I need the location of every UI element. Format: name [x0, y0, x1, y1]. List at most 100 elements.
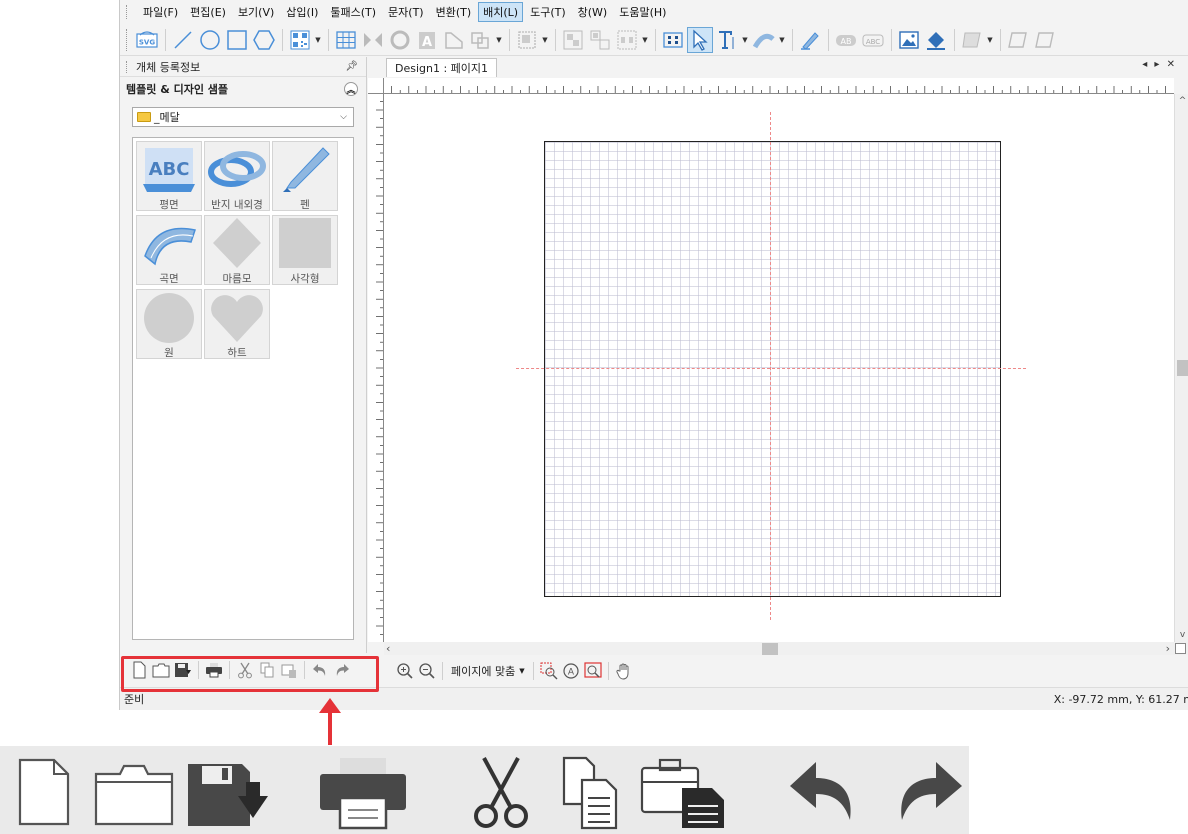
- pin-icon[interactable]: 📌︎: [345, 61, 358, 72]
- horizontal-scrollbar[interactable]: ‹ ›: [384, 642, 1174, 656]
- qrcode-tool-button[interactable]: [287, 27, 313, 53]
- sample-diamond[interactable]: 마름모: [204, 215, 270, 285]
- layer-dropdown[interactable]: ▼: [986, 27, 994, 53]
- menu-text[interactable]: 문자(T): [383, 2, 429, 22]
- section-title: 템플릿 & 디자인 샘플: [126, 83, 229, 96]
- svg-import-button[interactable]: SVG: [134, 27, 160, 53]
- skew-icon: [445, 31, 463, 49]
- zoom-out-button[interactable]: [416, 660, 438, 682]
- zoom-selection-button[interactable]: [538, 660, 560, 682]
- shape-combine-dropdown[interactable]: ▼: [495, 27, 503, 53]
- menu-view[interactable]: 보기(V): [233, 2, 279, 22]
- polygon-tool-button[interactable]: [251, 27, 277, 53]
- sample-square[interactable]: 사각형: [272, 215, 338, 285]
- sample-circle[interactable]: 원: [136, 289, 202, 359]
- tab-controls[interactable]: ◂ ▸ ✕: [1142, 59, 1177, 70]
- menu-edit[interactable]: 편집(E): [185, 2, 231, 22]
- zoom-fit-dropdown[interactable]: 페이지에 맞춤 ▼: [447, 663, 529, 679]
- mirror-button[interactable]: [360, 27, 386, 53]
- distribute-button[interactable]: [614, 27, 640, 53]
- sample-flat[interactable]: ABC 평면: [136, 141, 202, 211]
- hand-icon: [616, 663, 629, 680]
- text-tool-icon: [719, 30, 734, 49]
- text-on-path-dropdown[interactable]: ▼: [778, 27, 786, 53]
- design-page[interactable]: [544, 141, 1001, 597]
- image-icon: [899, 30, 919, 49]
- text-frame-abc-button[interactable]: ABC: [860, 27, 886, 53]
- menu-toolpath[interactable]: 툴패스(T): [325, 2, 381, 22]
- align-button[interactable]: [514, 27, 540, 53]
- text-tool-dropdown[interactable]: ▼: [741, 27, 749, 53]
- sample-ring[interactable]: 반지 내외경: [204, 141, 270, 211]
- scroll-down-icon[interactable]: v: [1175, 630, 1188, 640]
- outline-text-button[interactable]: AB: [833, 27, 859, 53]
- ellipse-icon: [200, 29, 220, 50]
- pen-draw-button[interactable]: [797, 27, 823, 53]
- text-on-path-button[interactable]: [751, 27, 777, 53]
- design-canvas[interactable]: [384, 94, 1174, 642]
- menu-window[interactable]: 창(W): [573, 2, 613, 22]
- group-button[interactable]: [560, 27, 586, 53]
- align-dropdown[interactable]: ▼: [541, 27, 549, 53]
- menu-tools[interactable]: 도구(T): [525, 2, 571, 22]
- undo-icon: [790, 762, 851, 820]
- zoomed-toolbar-strip: [0, 746, 969, 834]
- tab-design1[interactable]: Design1 : 페이지1: [386, 58, 498, 77]
- menu-help[interactable]: 도움말(H): [614, 2, 671, 22]
- distribute-dropdown[interactable]: ▼: [641, 27, 649, 53]
- pan-button[interactable]: [613, 660, 635, 682]
- ellipse-tool-button[interactable]: [197, 27, 223, 53]
- zoom-page-button[interactable]: [582, 660, 604, 682]
- menu-bar: 파일(F) 편집(E) 보기(V) 삽입(I) 툴패스(T) 문자(T) 변환(…: [120, 0, 1188, 24]
- sample-label: 사각형: [290, 273, 320, 285]
- zoom-all-button[interactable]: A: [560, 660, 582, 682]
- sample-curved[interactable]: 곡면: [136, 215, 202, 285]
- toolbar-separator: [1000, 28, 1001, 51]
- skew-button[interactable]: [441, 27, 467, 53]
- zoom-in-button[interactable]: [394, 660, 416, 682]
- menu-file[interactable]: 파일(F): [138, 2, 183, 22]
- sample-pen[interactable]: 펜: [272, 141, 338, 211]
- menu-arrange[interactable]: 배치(L): [478, 2, 524, 22]
- toolbar-separator: [532, 662, 534, 680]
- text-tool-button[interactable]: [714, 27, 740, 53]
- rotate-button[interactable]: [387, 27, 413, 53]
- insert-image-button[interactable]: [896, 27, 922, 53]
- copy-icon: [562, 756, 618, 830]
- menu-grip[interactable]: [126, 5, 130, 19]
- panel-grip[interactable]: [126, 60, 130, 73]
- category-select[interactable]: _메달 ⌵: [132, 107, 354, 127]
- vertical-scrollbar[interactable]: ^ v: [1174, 94, 1188, 642]
- table-tool-button[interactable]: [333, 27, 359, 53]
- frame-button[interactable]: [1005, 27, 1031, 53]
- node-edit-button[interactable]: [660, 27, 686, 53]
- fill-button[interactable]: [923, 27, 949, 53]
- zoomed-cut: [466, 754, 536, 830]
- qrcode-dropdown[interactable]: ▼: [314, 27, 322, 53]
- frame2-button[interactable]: [1032, 27, 1058, 53]
- abc-frame-icon: ABC: [862, 34, 884, 46]
- svg-text:AB: AB: [841, 37, 852, 46]
- svg-text:ABC: ABC: [866, 38, 880, 46]
- vertical-scroll-thumb[interactable]: [1177, 360, 1188, 376]
- layer-button[interactable]: [959, 27, 985, 53]
- hexagon-icon: [253, 29, 275, 50]
- scroll-left-icon[interactable]: ‹: [386, 642, 390, 655]
- text-on-path-icon: [753, 33, 775, 48]
- select-tool-button[interactable]: [687, 26, 713, 53]
- ungroup-button[interactable]: [587, 27, 613, 53]
- scroll-up-icon[interactable]: ^: [1175, 96, 1188, 106]
- horizontal-scroll-thumb[interactable]: [762, 643, 778, 655]
- menu-transform[interactable]: 변환(T): [431, 2, 477, 22]
- scroll-right-icon[interactable]: ›: [1166, 642, 1170, 655]
- shape-combine-button[interactable]: [468, 27, 494, 53]
- collapse-icon[interactable]: ︽: [344, 82, 358, 96]
- text-frame-button[interactable]: A: [414, 27, 440, 53]
- rectangle-tool-button[interactable]: [224, 27, 250, 53]
- toolbar-grip[interactable]: [126, 28, 130, 51]
- line-tool-button[interactable]: [170, 27, 196, 53]
- sample-heart[interactable]: 하트: [204, 289, 270, 359]
- zoom-all-icon: A: [563, 663, 579, 679]
- node-edit-icon: [663, 31, 683, 48]
- menu-insert[interactable]: 삽입(I): [281, 2, 323, 22]
